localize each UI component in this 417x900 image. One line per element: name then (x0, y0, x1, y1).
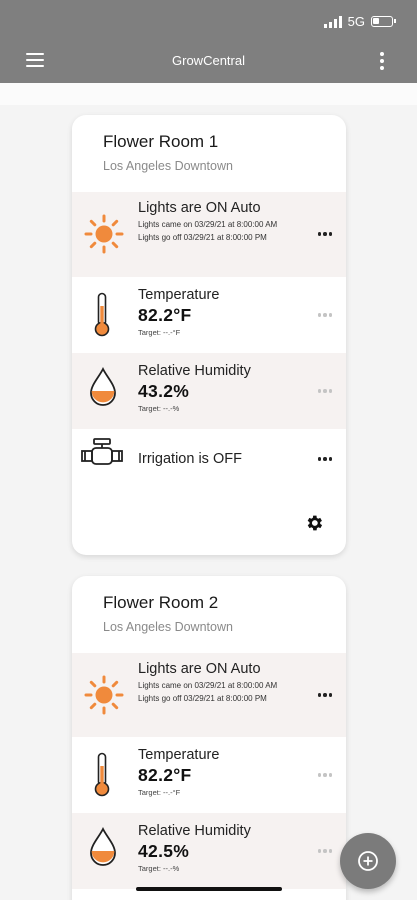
temperature-row[interactable]: Temperature 82.2°F Target: --.-°F (72, 277, 346, 353)
temperature-label: Temperature (138, 747, 220, 763)
room-header: Flower Room 1 Los Angeles Downtown (72, 115, 346, 192)
lights-row[interactable]: Lights are ON Auto Lights came on 03/29/… (72, 653, 346, 737)
humidity-value: 42.5% (138, 841, 190, 861)
humidity-more-button[interactable] (317, 849, 332, 853)
temperature-target: Target: --.-°F (138, 328, 181, 337)
room-location: Los Angeles Downtown (103, 620, 233, 634)
lights-came-on: Lights came on 03/29/21 at 8:00:00 AM (138, 220, 278, 229)
lights-more-button[interactable] (317, 693, 332, 697)
gear-icon[interactable] (304, 513, 324, 533)
irrigation-more-button[interactable] (317, 457, 332, 461)
temperature-value: 82.2°F (138, 305, 192, 325)
lights-came-on: Lights came on 03/29/21 at 8:00:00 AM (138, 681, 278, 690)
temperature-more-button[interactable] (317, 313, 332, 317)
humidity-row[interactable]: Relative Humidity 43.2% Target: --.-% (72, 353, 346, 429)
room-location: Los Angeles Downtown (103, 159, 233, 173)
battery-icon (371, 16, 396, 27)
lights-row[interactable]: Lights are ON Auto Lights came on 03/29/… (72, 192, 346, 277)
water-drop-icon (90, 367, 116, 406)
room-card[interactable]: Flower Room 1 Los Angeles Downtown Light… (72, 115, 346, 555)
room-name: Flower Room 1 (103, 132, 219, 151)
room-name: Flower Room 2 (103, 593, 219, 612)
humidity-label: Relative Humidity (138, 363, 251, 379)
irrigation-status: Irrigation is OFF (138, 451, 242, 467)
irrigation-row[interactable]: Irrigation is OFF (72, 429, 346, 493)
lights-go-off: Lights go off 03/29/21 at 8:00:00 PM (138, 233, 267, 242)
water-drop-icon (90, 827, 116, 866)
humidity-value: 43.2% (138, 381, 190, 401)
lights-status: Lights are ON Auto (138, 200, 261, 216)
thermometer-icon (94, 292, 110, 337)
valve-icon (81, 438, 123, 465)
lights-go-off: Lights go off 03/29/21 at 8:00:00 PM (138, 694, 267, 703)
temperature-label: Temperature (138, 287, 220, 303)
sun-icon (84, 214, 124, 254)
thermometer-icon (94, 752, 110, 797)
humidity-target: Target: --.-% (138, 404, 180, 413)
add-circle-icon (358, 851, 378, 871)
add-room-button[interactable] (340, 833, 396, 889)
signal-icon (323, 15, 342, 28)
sun-icon (84, 675, 124, 715)
room-header: Flower Room 2 Los Angeles Downtown (72, 576, 346, 653)
lights-status: Lights are ON Auto (138, 661, 261, 677)
network-label: 5G (347, 14, 365, 29)
more-vert-icon[interactable] (379, 52, 385, 70)
temperature-target: Target: --.-°F (138, 788, 181, 797)
humidity-row[interactable]: Relative Humidity 42.5% Target: --.-% (72, 813, 346, 889)
home-indicator[interactable] (136, 887, 282, 891)
status-bar: 5G (323, 14, 396, 29)
lights-more-button[interactable] (317, 232, 332, 236)
humidity-more-button[interactable] (317, 389, 332, 393)
room-card[interactable]: Flower Room 2 Los Angeles Downtown Light… (72, 576, 346, 900)
app-bar: 5G GrowCentral (0, 0, 417, 83)
temperature-more-button[interactable] (317, 773, 332, 777)
temperature-value: 82.2°F (138, 765, 192, 785)
humidity-label: Relative Humidity (138, 823, 251, 839)
room-list[interactable]: Flower Room 1 Los Angeles Downtown Light… (0, 83, 417, 900)
temperature-row[interactable]: Temperature 82.2°F Target: --.-°F (72, 737, 346, 813)
humidity-target: Target: --.-% (138, 864, 180, 873)
app-title: GrowCentral (172, 53, 245, 68)
